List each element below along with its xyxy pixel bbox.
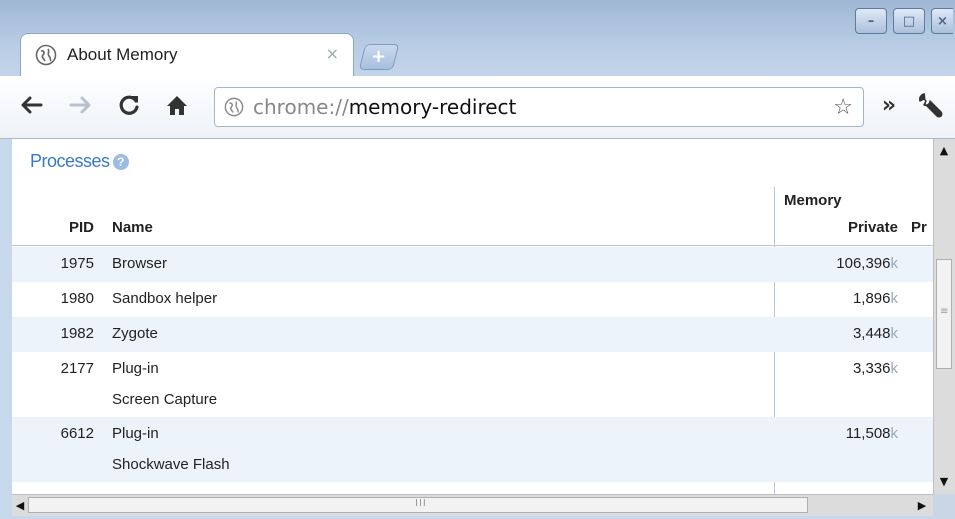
row-pid: 1982 xyxy=(60,325,94,342)
address-bar[interactable]: chrome://memory-redirect ☆ xyxy=(214,87,864,127)
row-pid: 1975 xyxy=(60,255,94,272)
reload-button[interactable] xyxy=(114,90,144,120)
page-content: Processes? PID Name Memory Private Pr 19… xyxy=(12,139,933,494)
window-controls: – □ × xyxy=(855,8,953,34)
back-arrow-icon xyxy=(21,96,43,114)
globe-icon xyxy=(35,44,57,66)
help-icon[interactable]: ? xyxy=(112,154,129,171)
maximize-button[interactable]: □ xyxy=(893,8,925,34)
horizontal-scroll-thumb[interactable]: III xyxy=(28,497,808,513)
url-host: memory-redirect xyxy=(348,95,517,119)
scroll-up-arrow-icon[interactable]: ▲ xyxy=(934,141,954,159)
forward-button[interactable] xyxy=(66,90,96,120)
name-header: Name xyxy=(112,219,153,236)
row-pid: 1980 xyxy=(60,290,94,307)
row-subname: Shockwave Flash xyxy=(112,456,230,473)
private-value: 106,396 xyxy=(836,255,891,272)
row-name: Plug-in xyxy=(112,360,159,377)
processes-title: Processes xyxy=(30,151,110,171)
private-value: 3,336 xyxy=(852,360,891,377)
tab-about-memory[interactable]: About Memory × xyxy=(20,33,354,77)
table-row: 2177 Plug-in Screen Capture 3,336k xyxy=(12,352,933,417)
tab-title: About Memory xyxy=(67,45,178,64)
row-private-memory: 11,508k xyxy=(772,425,898,442)
grip-icon: ≡ xyxy=(940,306,949,317)
table-row: 6612 Plug-in Shockwave Flash 11,508k xyxy=(12,417,933,482)
row-pid: 6612 xyxy=(60,425,94,442)
horizontal-scrollbar[interactable]: ◀ III ▶ xyxy=(12,494,933,516)
unit-label: k xyxy=(890,360,899,377)
scroll-right-arrow-icon[interactable]: ▶ xyxy=(912,496,932,514)
unit-label: k xyxy=(890,290,899,307)
minimize-button[interactable]: – xyxy=(855,8,887,34)
header-divider xyxy=(12,245,933,246)
unit-label: k xyxy=(890,325,899,342)
memory-header: Memory xyxy=(784,192,842,209)
bookmark-star-icon[interactable]: ☆ xyxy=(833,95,853,120)
close-window-button[interactable]: × xyxy=(931,8,953,34)
grip-icon: III xyxy=(415,498,427,509)
row-name: Plug-in xyxy=(112,425,159,442)
unit-label: k xyxy=(890,425,899,442)
reload-icon xyxy=(119,95,139,115)
scroll-left-arrow-icon[interactable]: ◀ xyxy=(10,496,30,514)
row-subname: Screen Capture xyxy=(112,391,218,408)
vertical-scroll-thumb[interactable]: ≡ xyxy=(936,259,952,369)
tab-close-icon[interactable]: × xyxy=(326,44,339,63)
row-private-memory: 106,396k xyxy=(772,255,898,272)
private-value: 1,896 xyxy=(852,290,891,307)
back-button[interactable] xyxy=(16,90,46,120)
new-tab-button[interactable]: + xyxy=(358,44,400,70)
home-icon xyxy=(167,96,187,115)
private-value: 11,508 xyxy=(845,425,891,442)
private-value: 3,448 xyxy=(852,325,891,342)
private-header: Private xyxy=(847,219,898,236)
row-private-memory: 3,448k xyxy=(772,325,898,342)
home-button[interactable] xyxy=(162,90,192,120)
row-private-memory: 3,336k xyxy=(772,360,898,377)
wrench-icon xyxy=(919,93,943,118)
forward-arrow-icon xyxy=(69,96,91,114)
row-name: Browser xyxy=(112,255,168,272)
page-info-icon[interactable] xyxy=(224,97,244,117)
scroll-down-arrow-icon[interactable]: ▼ xyxy=(934,472,954,490)
wrench-menu-button[interactable] xyxy=(916,90,946,120)
vertical-scrollbar[interactable]: ▲ ≡ ▼ xyxy=(933,139,955,494)
proportional-header: Pr xyxy=(911,219,927,236)
processes-heading: Processes? xyxy=(30,151,129,172)
overflow-chevron-icon[interactable]: » xyxy=(874,90,904,120)
url-scheme: chrome:// xyxy=(253,95,349,119)
plus-icon: + xyxy=(371,46,387,67)
scrollbar-corner xyxy=(933,494,955,519)
row-private-memory: 1,896k xyxy=(772,290,898,307)
unit-label: k xyxy=(890,255,899,272)
row-name: Sandbox helper xyxy=(112,290,218,307)
row-pid: 2177 xyxy=(60,360,94,377)
table-row: 1975 Browser 106,396k xyxy=(12,247,933,282)
table-row: 1980 Sandbox helper 1,896k xyxy=(12,282,933,317)
pid-header: PID xyxy=(68,219,94,236)
table-row: 1982 Zygote 3,448k xyxy=(12,317,933,352)
toolbar: chrome://memory-redirect ☆ » xyxy=(0,76,955,139)
url-text[interactable]: chrome://memory-redirect xyxy=(253,95,516,119)
row-name: Zygote xyxy=(112,325,158,342)
